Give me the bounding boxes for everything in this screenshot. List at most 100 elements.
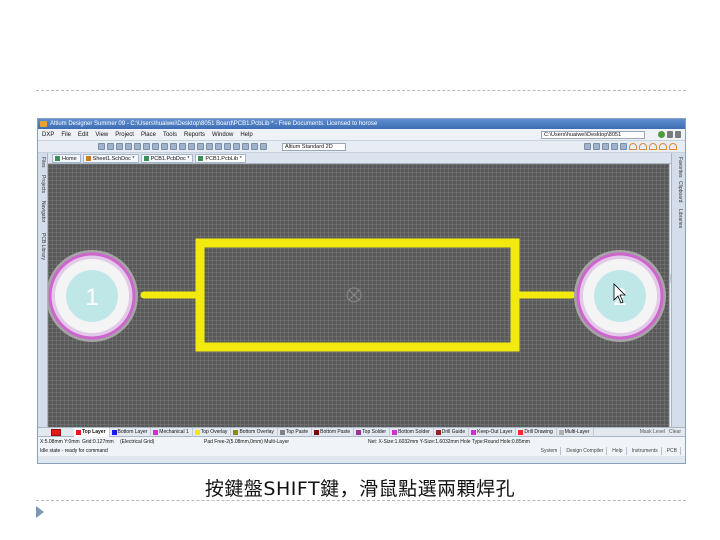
layer-color-swatch: [356, 430, 362, 435]
panel-pcb-library[interactable]: PCB Library: [40, 233, 46, 260]
menu-project[interactable]: Project: [115, 129, 134, 141]
toolbar: Altium Standard 2D: [38, 141, 685, 153]
altium-window: Altium Designer Summer 09 - C:\Users\hua…: [37, 118, 686, 464]
layer-tab[interactable]: Drill Guide: [434, 428, 470, 437]
tab-sheet1[interactable]: Sheet1.SchDoc *: [82, 154, 139, 163]
tab-home[interactable]: Home: [52, 154, 81, 163]
layer-color-swatch: [435, 430, 441, 435]
zoom-area-icon[interactable]: [161, 143, 168, 150]
slide: Altium Designer Summer 09 - C:\Users\hua…: [0, 0, 720, 540]
layer-tab-label: Top Overlay: [200, 429, 228, 435]
menu-tools[interactable]: Tools: [163, 129, 177, 141]
go-forward-icon[interactable]: [658, 131, 665, 138]
layer-tab[interactable]: Keep-Out Layer: [469, 428, 517, 437]
select-area-icon[interactable]: [206, 143, 213, 150]
bullet-arrow-icon: [36, 506, 44, 518]
layer-tab[interactable]: Bottom Paste: [312, 428, 355, 437]
arc-edge-icon[interactable]: [639, 143, 647, 150]
place-via-icon[interactable]: [602, 143, 609, 150]
component-outline[interactable]: [195, 238, 520, 352]
layer-tab[interactable]: Top Layer: [74, 428, 110, 437]
tab-label: PCB1.PcbDoc *: [150, 156, 190, 162]
paste-icon[interactable]: [188, 143, 195, 150]
place-line-icon[interactable]: [584, 143, 591, 150]
open-icon[interactable]: [107, 143, 114, 150]
arc-center-icon[interactable]: [629, 143, 637, 150]
view-config-select[interactable]: Altium Standard 2D: [282, 143, 346, 151]
set-origin-icon[interactable]: [620, 143, 627, 150]
forward-icon[interactable]: [675, 131, 681, 138]
current-layer-swatch[interactable]: [51, 429, 61, 436]
layer-color-swatch: [392, 430, 398, 435]
layer-color-swatch: [558, 430, 564, 435]
layer-tab[interactable]: Top Solder: [354, 428, 391, 437]
copy-icon[interactable]: [179, 143, 186, 150]
path-field[interactable]: C:\Users\huaiwei\Desktop\8051: [541, 131, 645, 139]
title-bar: Altium Designer Summer 09 - C:\Users\hua…: [38, 119, 685, 129]
full-circle-icon[interactable]: [659, 143, 667, 150]
layer-tab[interactable]: Mechanical 1: [151, 428, 193, 437]
menu-edit[interactable]: Edit: [78, 129, 88, 141]
layer-tab[interactable]: Multi-Layer: [557, 428, 594, 437]
panel-clipboard[interactable]: Clipboard: [677, 181, 683, 202]
move-icon[interactable]: [215, 143, 222, 150]
pcblib-icon: [198, 156, 204, 161]
layer-tab[interactable]: Drill Drawing: [516, 428, 557, 437]
panel-system[interactable]: System: [541, 447, 562, 455]
place-string-icon[interactable]: [611, 143, 618, 150]
menu-dxp[interactable]: DXP: [42, 129, 54, 141]
menu-view[interactable]: View: [95, 129, 108, 141]
arc-any-icon[interactable]: [649, 143, 657, 150]
pad-1-label: 1: [85, 284, 98, 311]
layer-color-swatch: [279, 430, 285, 435]
new-icon[interactable]: [98, 143, 105, 150]
layer-tab[interactable]: Top Paste: [278, 428, 313, 437]
status-bar: X:5.08mm Y:0mm Grid:0.127mm (Electrical …: [38, 437, 685, 456]
layer-tab[interactable]: Bottom Solder: [390, 428, 434, 437]
menu-place[interactable]: Place: [141, 129, 156, 141]
place-pad-icon[interactable]: [593, 143, 600, 150]
layer-tab[interactable]: Bottom Layer: [110, 428, 152, 437]
menu-file[interactable]: File: [61, 129, 71, 141]
panel-help[interactable]: Help: [612, 447, 627, 455]
tab-pcb1-pcbdoc[interactable]: PCB1.PcbDoc *: [140, 154, 194, 163]
redo-icon[interactable]: [251, 143, 258, 150]
pad-1[interactable]: 1: [48, 250, 138, 342]
deselect-icon[interactable]: [224, 143, 231, 150]
fill-icon[interactable]: [669, 143, 677, 150]
panel-instruments[interactable]: Instruments: [632, 447, 662, 455]
layer-tab-label: Drill Guide: [441, 429, 466, 435]
save-icon[interactable]: [116, 143, 123, 150]
panel-files[interactable]: Files: [40, 157, 46, 168]
panel-design-compiler[interactable]: Design Compiler: [566, 447, 608, 455]
zoom-out-icon[interactable]: [143, 143, 150, 150]
print-icon[interactable]: [125, 143, 132, 150]
menu-help[interactable]: Help: [240, 129, 252, 141]
layer-tab-label: Bottom Layer: [117, 429, 148, 435]
zoom-fit-icon[interactable]: [152, 143, 159, 150]
back-icon[interactable]: [667, 131, 673, 138]
panel-pcb[interactable]: PCB: [667, 447, 681, 455]
undo-icon[interactable]: [242, 143, 249, 150]
status-coords: X:5.08mm Y:0mm: [40, 439, 80, 445]
pcb-icon: [143, 156, 149, 161]
panel-libraries[interactable]: Libraries: [677, 209, 683, 228]
layer-tab-label: Bottom Solder: [398, 429, 430, 435]
layer-tab[interactable]: Bottom Overlay: [231, 428, 278, 437]
panel-navigator[interactable]: Navigator: [40, 201, 46, 222]
zoom-in-icon[interactable]: [134, 143, 141, 150]
panel-favorites[interactable]: Favorites: [677, 157, 683, 178]
mask-level-button[interactable]: Mask Level: [640, 428, 665, 437]
menu-window[interactable]: Window: [212, 129, 233, 141]
layer-tab[interactable]: Top Overlay: [193, 428, 232, 437]
grid-icon[interactable]: [260, 143, 267, 150]
rubber-stamp-icon[interactable]: [197, 143, 204, 150]
clear-filter-icon[interactable]: [233, 143, 240, 150]
clear-button[interactable]: Clear: [669, 428, 681, 437]
tab-label: PCB1.PcbLib *: [205, 156, 242, 162]
pcb-canvas[interactable]: 1 2: [48, 164, 669, 427]
menu-reports[interactable]: Reports: [184, 129, 205, 141]
cut-icon[interactable]: [170, 143, 177, 150]
panel-projects[interactable]: Projects: [40, 175, 46, 193]
tab-pcb1-pcblib[interactable]: PCB1.PcbLib *: [195, 154, 246, 163]
